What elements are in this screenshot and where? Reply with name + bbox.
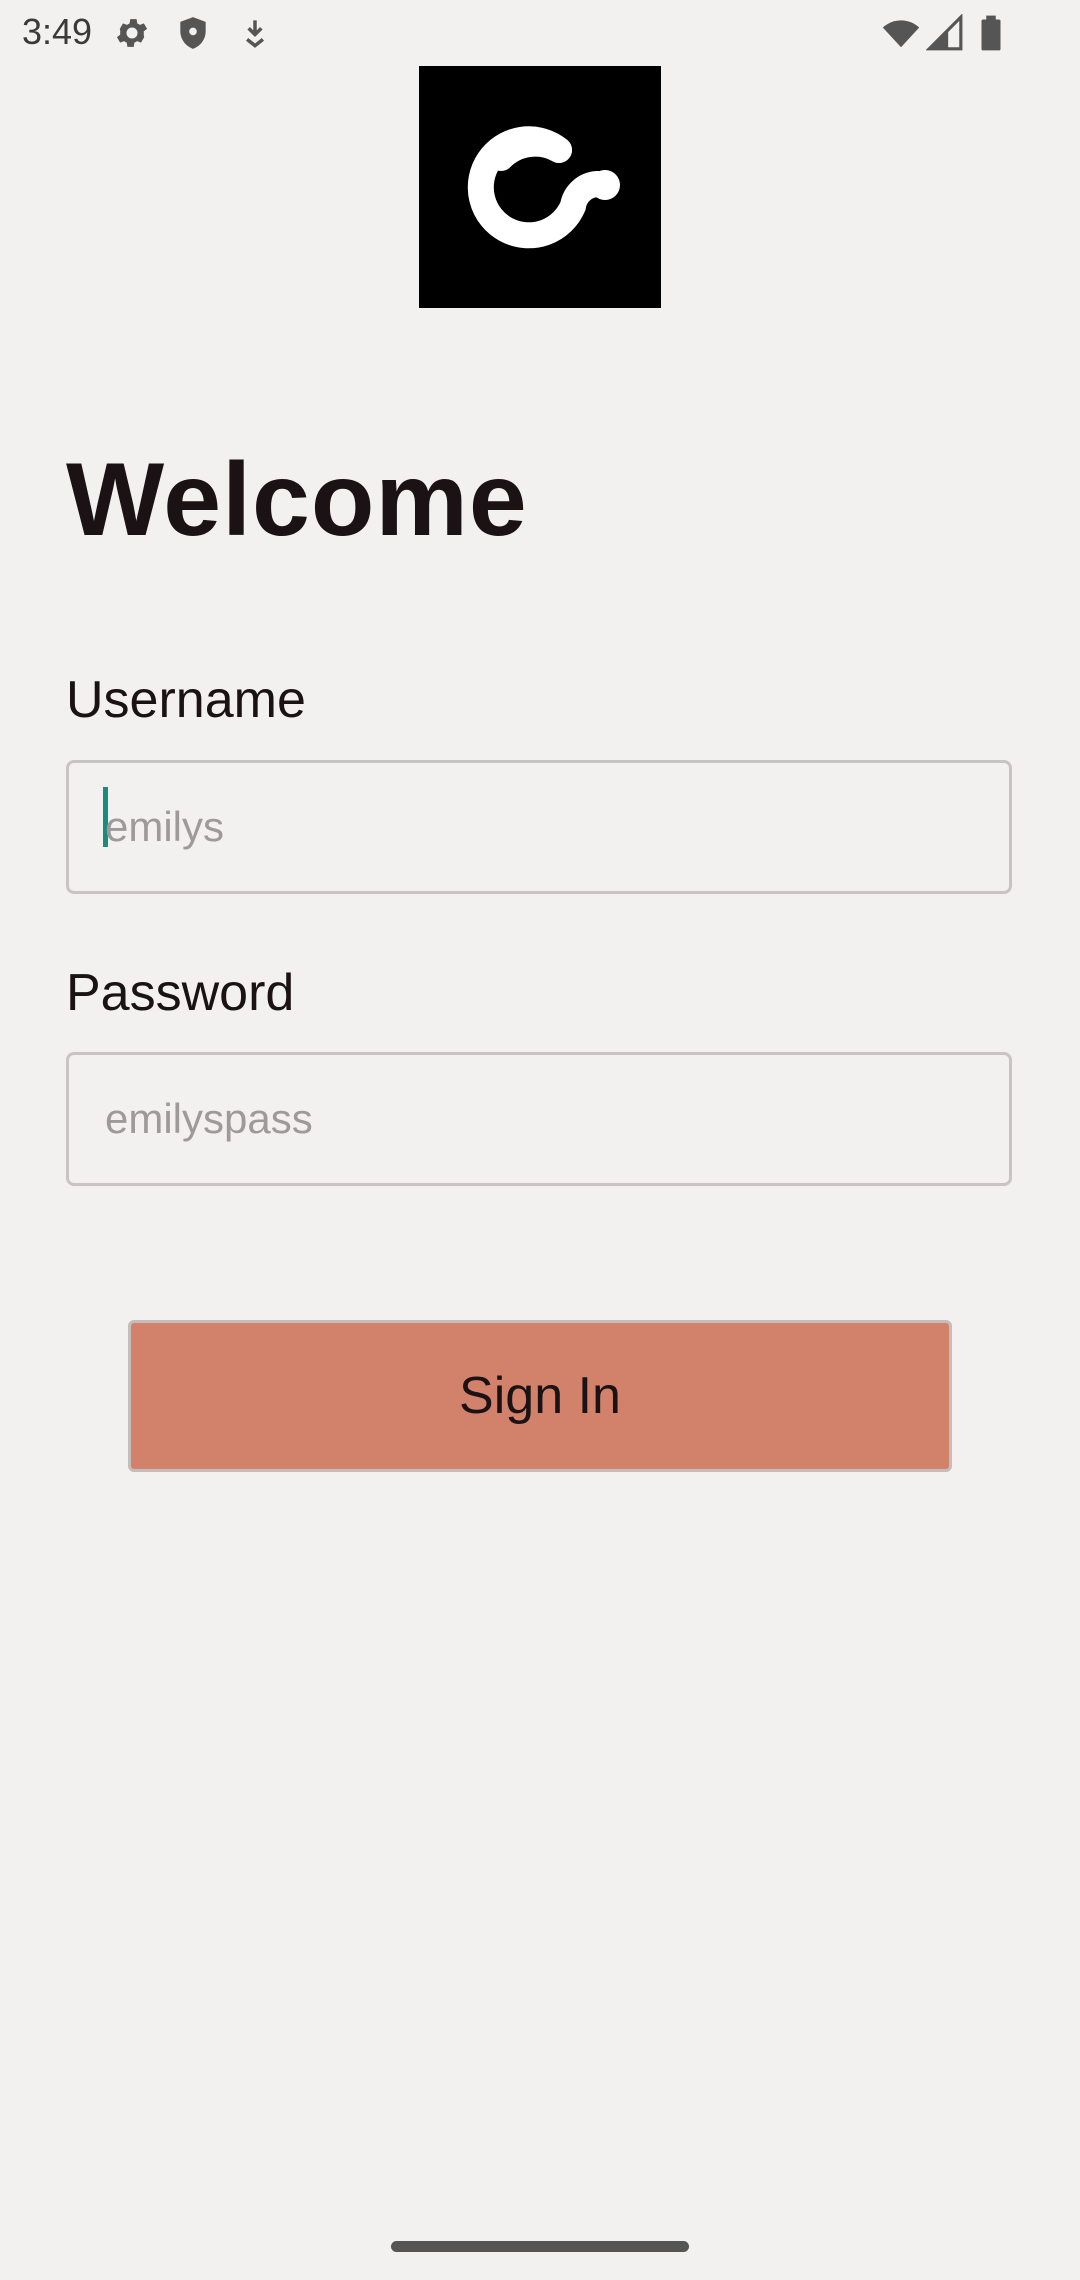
status-time: 3:49 xyxy=(22,11,93,52)
password-input[interactable] xyxy=(105,1055,975,1183)
page-title: Welcome xyxy=(66,442,528,558)
username-label: Username xyxy=(66,671,306,729)
wifi-icon xyxy=(880,14,922,52)
sign-in-button[interactable]: Sign In xyxy=(128,1320,952,1472)
password-field-container xyxy=(66,1052,1012,1186)
password-label: Password xyxy=(66,964,295,1022)
battery-icon xyxy=(978,14,1004,52)
home-indicator[interactable] xyxy=(391,2241,689,2252)
gear-icon xyxy=(113,14,151,52)
status-bar: 3:49 xyxy=(0,0,1080,64)
brand-logo-icon xyxy=(419,66,661,308)
download-icon xyxy=(236,14,274,52)
username-input[interactable] xyxy=(105,763,975,891)
signal-icon xyxy=(926,14,964,52)
username-field-container xyxy=(66,760,1012,894)
shield-icon xyxy=(174,14,212,52)
